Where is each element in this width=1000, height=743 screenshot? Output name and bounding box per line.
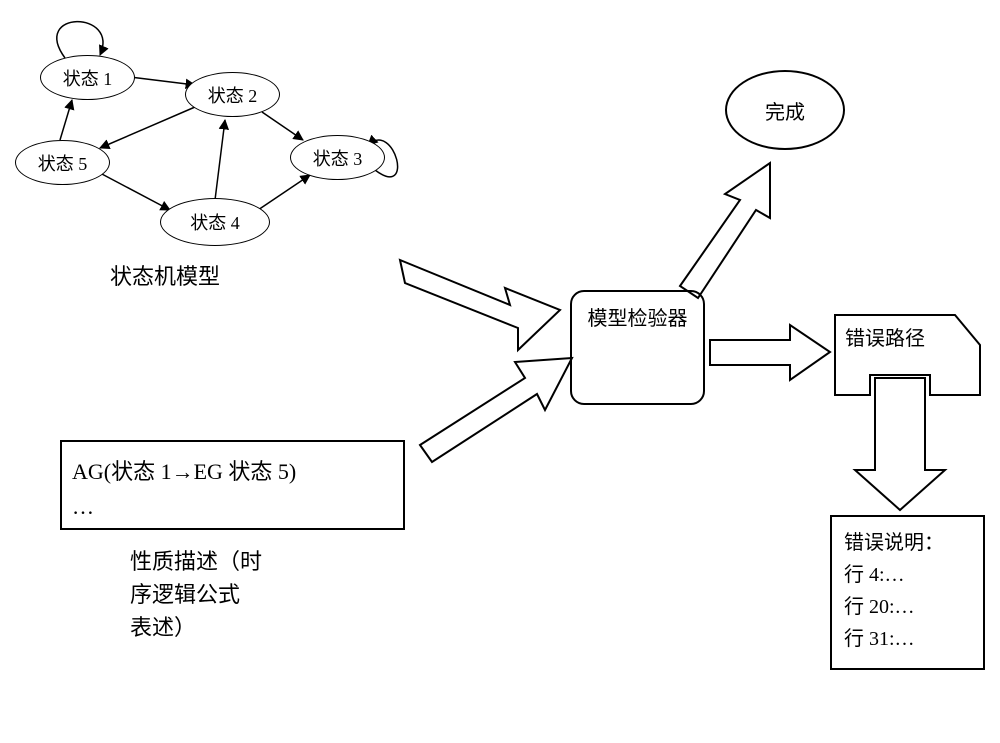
state-node-4: 状态 4 bbox=[160, 198, 270, 246]
formula-line1: AG(状态 1→EG 状态 5) bbox=[72, 454, 393, 489]
error-detail-title: 错误说明： bbox=[844, 527, 971, 559]
error-detail-line1: 行 4:… bbox=[844, 559, 971, 591]
error-detail-line3: 行 31:… bbox=[844, 623, 971, 655]
checker-label: 模型检验器 bbox=[588, 302, 688, 331]
error-path-label: 错误路径 bbox=[845, 322, 925, 351]
state-machine-caption: 状态机模型 bbox=[110, 260, 220, 293]
state-label: 状态 4 bbox=[190, 209, 240, 235]
complete-label: 完成 bbox=[765, 96, 805, 125]
state-node-1: 状态 1 bbox=[40, 55, 135, 100]
arrow-errorpath-to-detail bbox=[855, 378, 945, 510]
arrow-checker-to-errorpath bbox=[710, 325, 830, 380]
state-node-5: 状态 5 bbox=[15, 140, 110, 185]
state-label: 状态 2 bbox=[208, 82, 258, 108]
arrow-state-to-checker bbox=[400, 260, 560, 350]
state-label: 状态 3 bbox=[313, 145, 363, 171]
error-detail-line2: 行 20:… bbox=[844, 591, 971, 623]
state-label: 状态 5 bbox=[38, 150, 88, 176]
complete-node: 完成 bbox=[725, 70, 845, 150]
formula-caption: 性质描述（时 序逻辑公式 表述） bbox=[130, 545, 262, 644]
model-checker-box: 模型检验器 bbox=[570, 290, 705, 405]
formula-line2: … bbox=[72, 489, 393, 524]
formula-box: AG(状态 1→EG 状态 5) … bbox=[60, 440, 405, 530]
state-node-3: 状态 3 bbox=[290, 135, 385, 180]
arrow-formula-to-checker bbox=[420, 358, 572, 462]
error-detail-box: 错误说明： 行 4:… 行 20:… 行 31:… bbox=[830, 515, 985, 670]
arrow-checker-to-complete bbox=[680, 163, 770, 298]
state-label: 状态 1 bbox=[63, 65, 113, 91]
state-node-2: 状态 2 bbox=[185, 72, 280, 117]
